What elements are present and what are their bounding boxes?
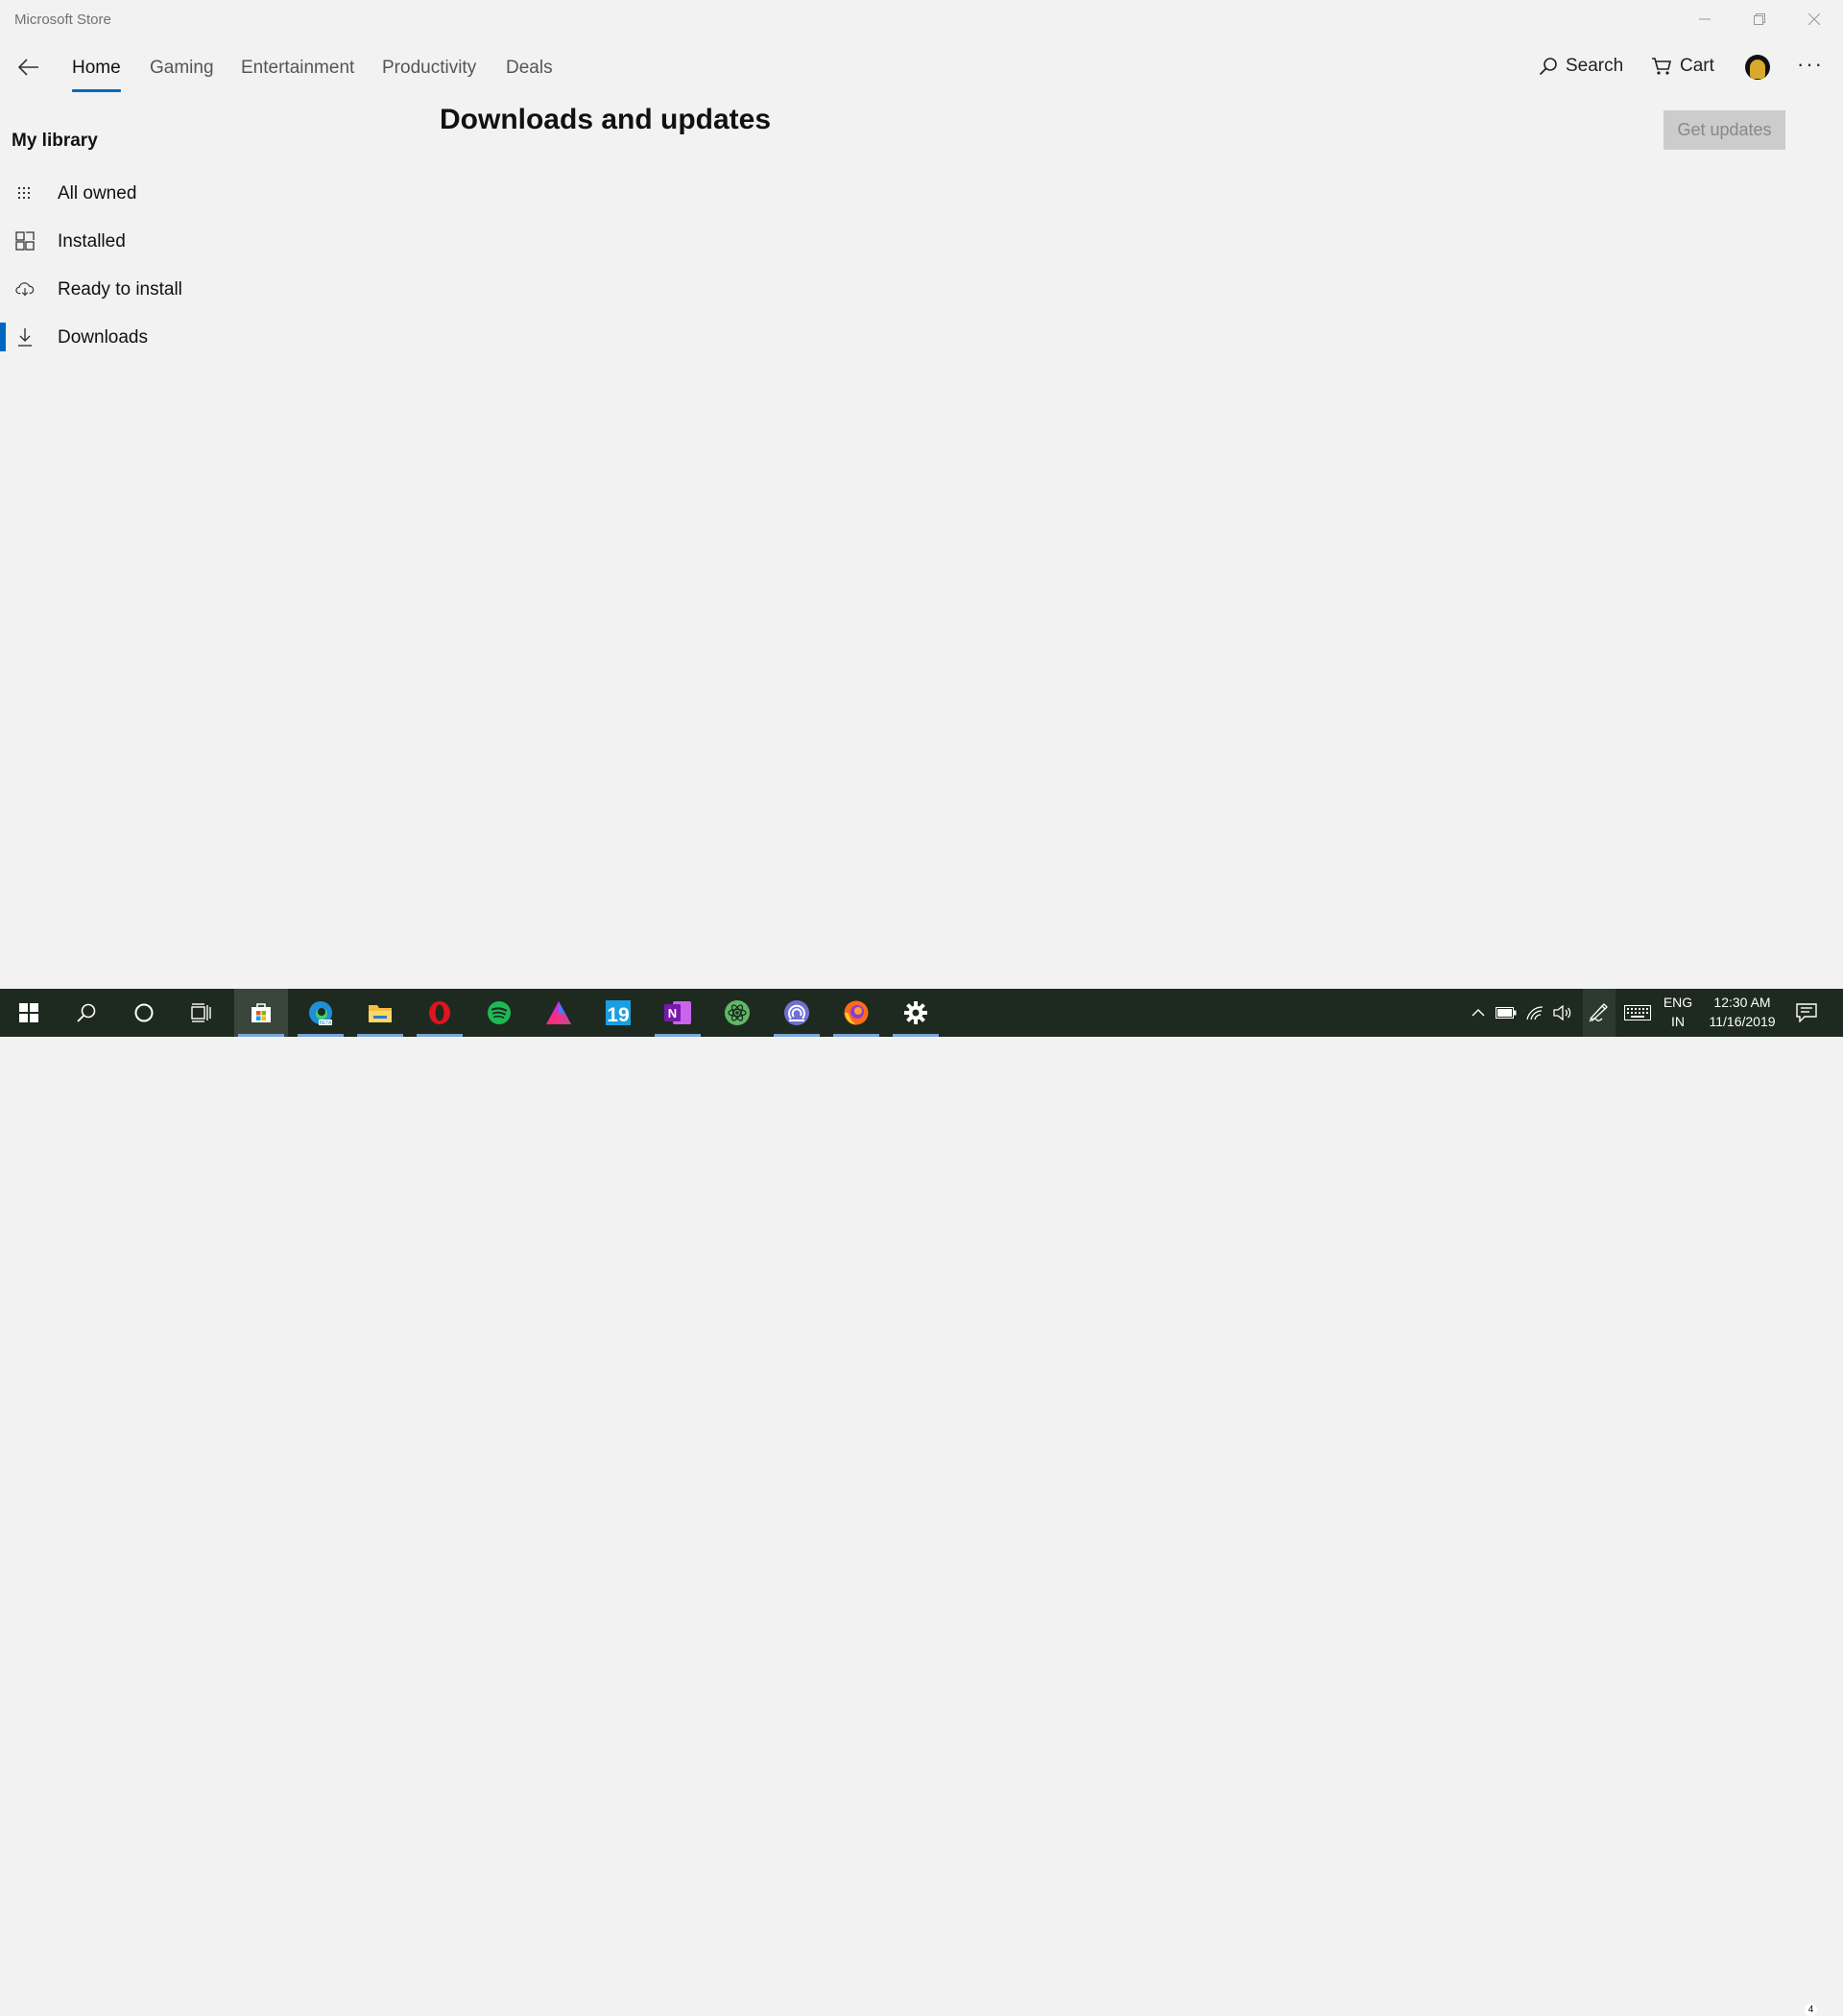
cart-button[interactable]: Cart	[1651, 56, 1714, 77]
back-button[interactable]	[13, 52, 44, 83]
taskbar-search-button[interactable]	[60, 989, 113, 1037]
input-language-button[interactable]: ENG IN	[1660, 995, 1696, 1029]
taskbar: BETA 19 N ENG IN 12:30 AM 11/16/2019 4	[0, 989, 1843, 2016]
network-button[interactable]	[1522, 989, 1547, 1037]
sidebar-item-label: All owned	[58, 183, 137, 204]
firefox-icon	[844, 1000, 869, 1025]
wifi-icon	[1526, 1006, 1544, 1020]
language-code: ENG	[1663, 995, 1693, 1010]
taskbar-app-file-explorer[interactable]	[353, 989, 407, 1037]
cart-label: Cart	[1680, 56, 1714, 76]
task-view-button[interactable]	[175, 989, 228, 1037]
taskbar-app-opera[interactable]	[413, 989, 467, 1037]
cortana-button[interactable]	[117, 989, 171, 1037]
minimize-icon	[1699, 18, 1711, 20]
clock-time: 12:30 AM	[1713, 995, 1771, 1010]
sidebar-item-label: Ready to install	[58, 279, 182, 300]
taskbar-app-atom[interactable]	[710, 989, 764, 1037]
download-icon	[15, 327, 35, 347]
user-avatar-icon	[1750, 60, 1765, 79]
restore-icon	[1754, 13, 1765, 25]
taskbar-app-firefox[interactable]	[829, 989, 883, 1037]
notification-count-badge: 4	[1805, 2004, 1817, 2016]
svg-text:19: 19	[607, 1004, 629, 1026]
keyboard-icon	[1624, 1005, 1651, 1020]
account-avatar[interactable]	[1745, 55, 1770, 80]
affinity-icon	[546, 1001, 571, 1024]
onenote-icon: N	[664, 1001, 691, 1024]
taskbar-app-affinity[interactable]	[532, 989, 586, 1037]
edge-beta-icon: BETA	[309, 1001, 332, 1026]
settings-icon	[904, 1001, 927, 1024]
restore-button[interactable]	[1733, 0, 1786, 38]
taskbar-app-onenote[interactable]: N	[651, 989, 705, 1037]
clock-date: 11/16/2019	[1709, 1014, 1776, 1029]
sidebar-heading: My library	[12, 131, 98, 151]
svg-text:BETA: BETA	[320, 1020, 332, 1026]
taskbar-app-edge-beta[interactable]: BETA	[294, 989, 347, 1037]
tab-productivity[interactable]: Productivity	[382, 58, 476, 92]
tab-gaming[interactable]: Gaming	[150, 58, 214, 92]
sidebar-item-installed[interactable]: Installed	[0, 222, 288, 260]
chevron-up-icon	[1472, 1009, 1485, 1017]
spotify-icon	[488, 1001, 511, 1024]
touch-keyboard-button[interactable]	[1621, 989, 1654, 1037]
svg-text:N: N	[668, 1006, 677, 1020]
close-icon	[1808, 13, 1820, 25]
page-title: Downloads and updates	[440, 104, 772, 135]
pen-icon	[1589, 1003, 1608, 1022]
cart-icon	[1652, 58, 1672, 75]
language-region: IN	[1671, 1014, 1685, 1029]
sidebar-item-all-owned[interactable]: All owned	[0, 174, 288, 212]
search-icon	[1539, 58, 1557, 76]
file-explorer-icon	[369, 1005, 392, 1022]
atom-icon	[725, 1000, 750, 1025]
tab-deals[interactable]: Deals	[506, 58, 553, 92]
taskbar-app-settings[interactable]	[889, 989, 943, 1037]
minimize-button[interactable]	[1678, 0, 1732, 38]
speaker-icon	[1553, 1005, 1571, 1020]
search-icon	[77, 1003, 96, 1022]
search-label: Search	[1566, 56, 1624, 76]
cloud-download-icon	[15, 279, 35, 299]
more-options-button[interactable]: ···	[1797, 52, 1824, 77]
show-hidden-icons-button[interactable]	[1466, 989, 1491, 1037]
taskbar-app-bittorrent[interactable]	[770, 989, 824, 1037]
battery-icon	[1496, 1007, 1517, 1019]
get-updates-button[interactable]: Get updates	[1663, 110, 1785, 150]
nav-bar: Home Gaming Entertainment Productivity D…	[0, 42, 1843, 94]
taskbar-app-nineteen[interactable]: 19	[591, 989, 645, 1037]
windows-start-icon	[19, 1003, 38, 1022]
app-grid-icon	[15, 231, 35, 251]
close-button[interactable]	[1787, 0, 1841, 38]
store-icon	[251, 1003, 271, 1022]
bittorrent-icon	[784, 1000, 809, 1025]
sidebar-item-label: Downloads	[58, 327, 148, 348]
action-center-button[interactable]	[1792, 989, 1821, 1037]
start-button[interactable]	[2, 989, 56, 1037]
opera-icon	[429, 1001, 450, 1024]
search-button[interactable]: Search	[1539, 56, 1623, 77]
tab-entertainment[interactable]: Entertainment	[241, 58, 354, 92]
sidebar-item-downloads[interactable]: Downloads	[0, 318, 288, 356]
grid-dots-icon	[15, 183, 35, 203]
taskbar-app-store[interactable]	[234, 989, 288, 1037]
volume-button[interactable]	[1550, 989, 1575, 1037]
sidebar-item-label: Installed	[58, 231, 126, 252]
task-view-icon	[191, 1003, 211, 1022]
taskbar-app-spotify[interactable]	[472, 989, 526, 1037]
clock-button[interactable]: 12:30 AM 11/16/2019	[1701, 995, 1783, 1029]
pen-workspace-button[interactable]	[1583, 989, 1616, 1037]
tab-home[interactable]: Home	[72, 58, 121, 92]
sidebar-item-ready-to-install[interactable]: Ready to install	[0, 270, 288, 308]
title-bar: Microsoft Store	[0, 0, 1843, 38]
window-title: Microsoft Store	[14, 12, 111, 28]
nineteen-app-icon: 19	[606, 1000, 631, 1026]
cortana-icon	[134, 1003, 154, 1022]
back-arrow-icon	[18, 59, 38, 76]
notification-icon	[1796, 1003, 1817, 1022]
battery-button[interactable]	[1494, 989, 1519, 1037]
store-window: Microsoft Store Home Gaming Entertainmen…	[0, 0, 1843, 989]
